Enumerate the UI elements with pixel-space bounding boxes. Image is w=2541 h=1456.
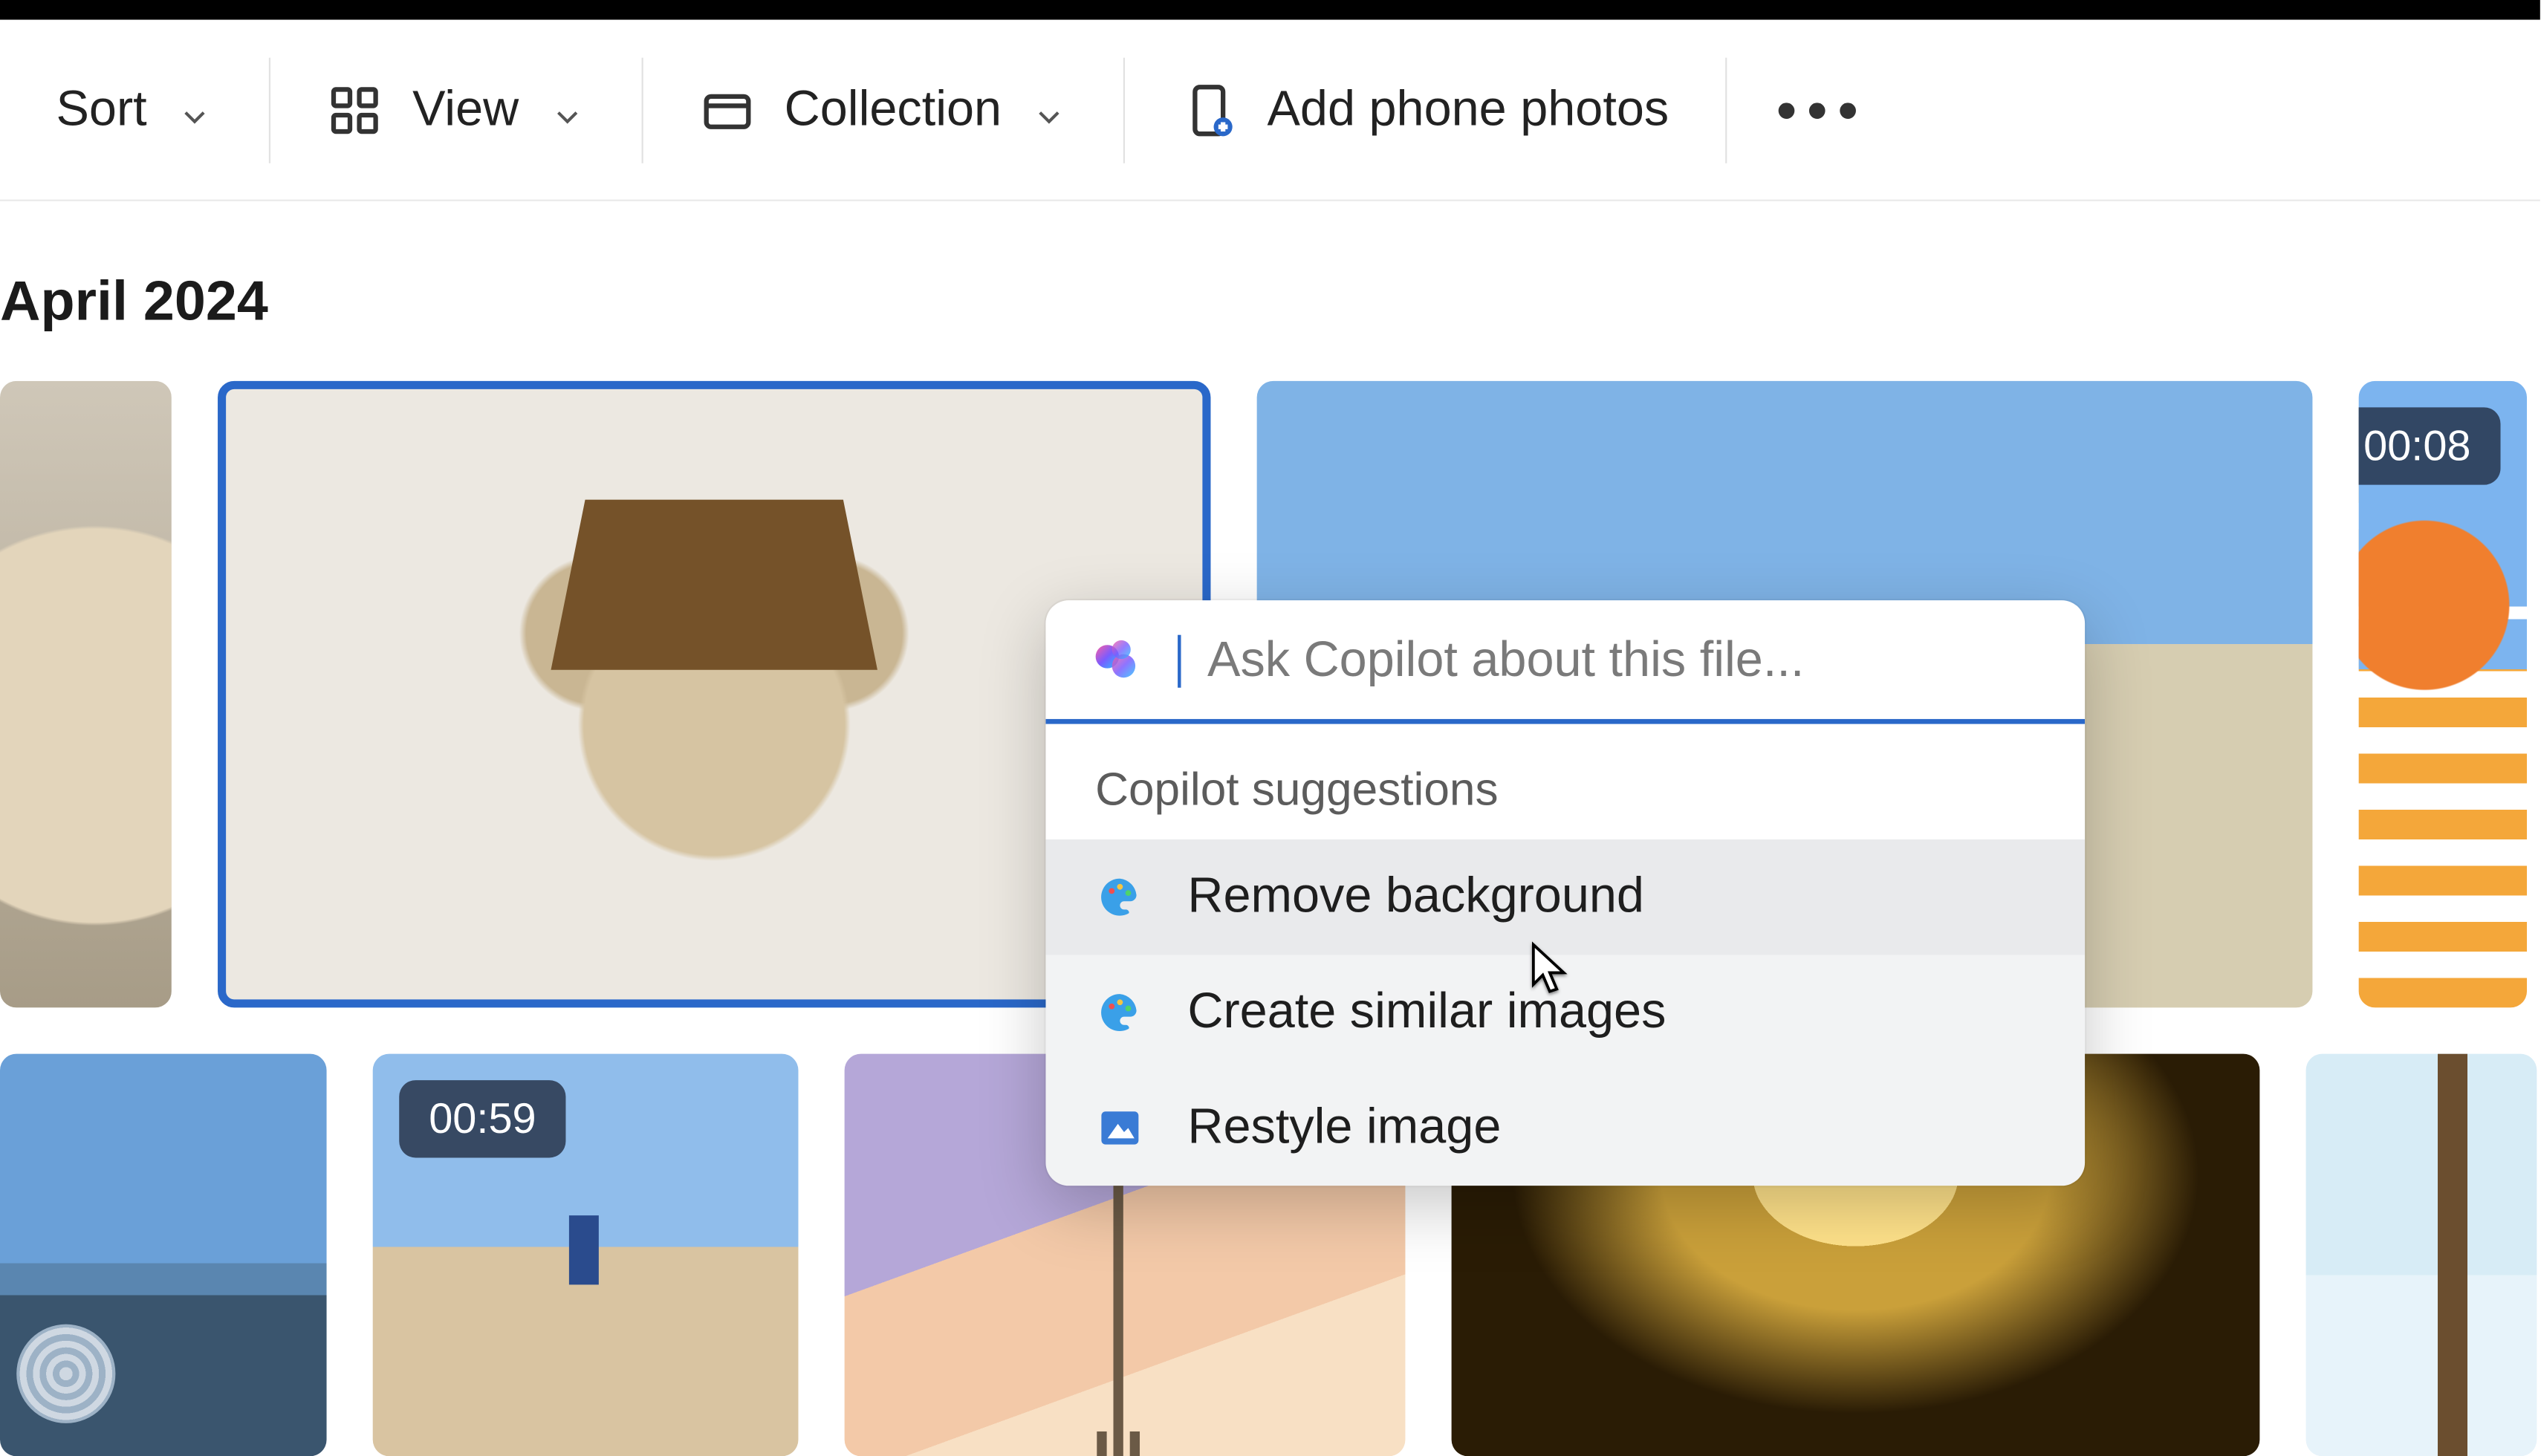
- collection-icon: [698, 82, 754, 137]
- add-phone-photos-button[interactable]: Add phone photos: [1181, 82, 1669, 137]
- video-duration-badge: 00:08: [2359, 407, 2501, 484]
- text-caret: [1178, 635, 1181, 688]
- copilot-suggestion-label: Remove background: [1187, 869, 1644, 925]
- window-top-strip: [0, 0, 2540, 20]
- thumbnail[interactable]: 00:59: [373, 1054, 799, 1456]
- sort-label: Sort: [56, 82, 146, 137]
- copilot-popup: Copilot suggestions Remove background Cr…: [1045, 600, 2085, 1186]
- collection-label: Collection: [785, 82, 1002, 137]
- palette-icon: [1095, 988, 1145, 1038]
- content-area: April 2024 00:08 00:59: [0, 270, 2540, 1456]
- chevron-down-icon: [548, 91, 585, 128]
- copilot-suggestion-label: Restyle image: [1187, 1100, 1501, 1156]
- copilot-icon: [1088, 633, 1144, 689]
- copilot-input-row[interactable]: [1045, 600, 2085, 724]
- mouse-cursor-icon: [1524, 940, 1580, 1004]
- collection-button[interactable]: Collection: [698, 82, 1068, 137]
- view-button[interactable]: View: [327, 82, 585, 137]
- photo-icon: [1095, 1103, 1145, 1153]
- add-phone-photos-label: Add phone photos: [1268, 82, 1669, 137]
- section-title: April 2024: [0, 270, 2540, 335]
- toolbar: Sort View: [0, 20, 2540, 201]
- video-duration-badge: 00:59: [399, 1080, 565, 1157]
- phone-add-icon: [1181, 82, 1237, 137]
- thumbnail[interactable]: [0, 1054, 327, 1456]
- grid-icon: [327, 82, 383, 137]
- thumbnail[interactable]: [2306, 1054, 2537, 1456]
- view-label: View: [412, 82, 519, 137]
- copilot-suggestion-remove-background[interactable]: Remove background: [1045, 839, 2085, 955]
- copilot-suggestions-label: Copilot suggestions: [1045, 724, 2085, 839]
- chevron-down-icon: [1031, 91, 1068, 128]
- more-icon: •••: [1776, 75, 1868, 143]
- copilot-suggestion-label: Create similar images: [1187, 984, 1666, 1040]
- copilot-input[interactable]: [1207, 633, 2042, 689]
- palette-icon: [1095, 872, 1145, 922]
- chevron-down-icon: [177, 91, 213, 128]
- thumbnail[interactable]: [0, 381, 172, 1008]
- sort-button[interactable]: Sort: [56, 82, 212, 137]
- copilot-suggestion-restyle-image[interactable]: Restyle image: [1045, 1070, 2085, 1186]
- thumbnail[interactable]: 00:08: [2359, 381, 2527, 1008]
- more-button[interactable]: •••: [1727, 75, 1918, 144]
